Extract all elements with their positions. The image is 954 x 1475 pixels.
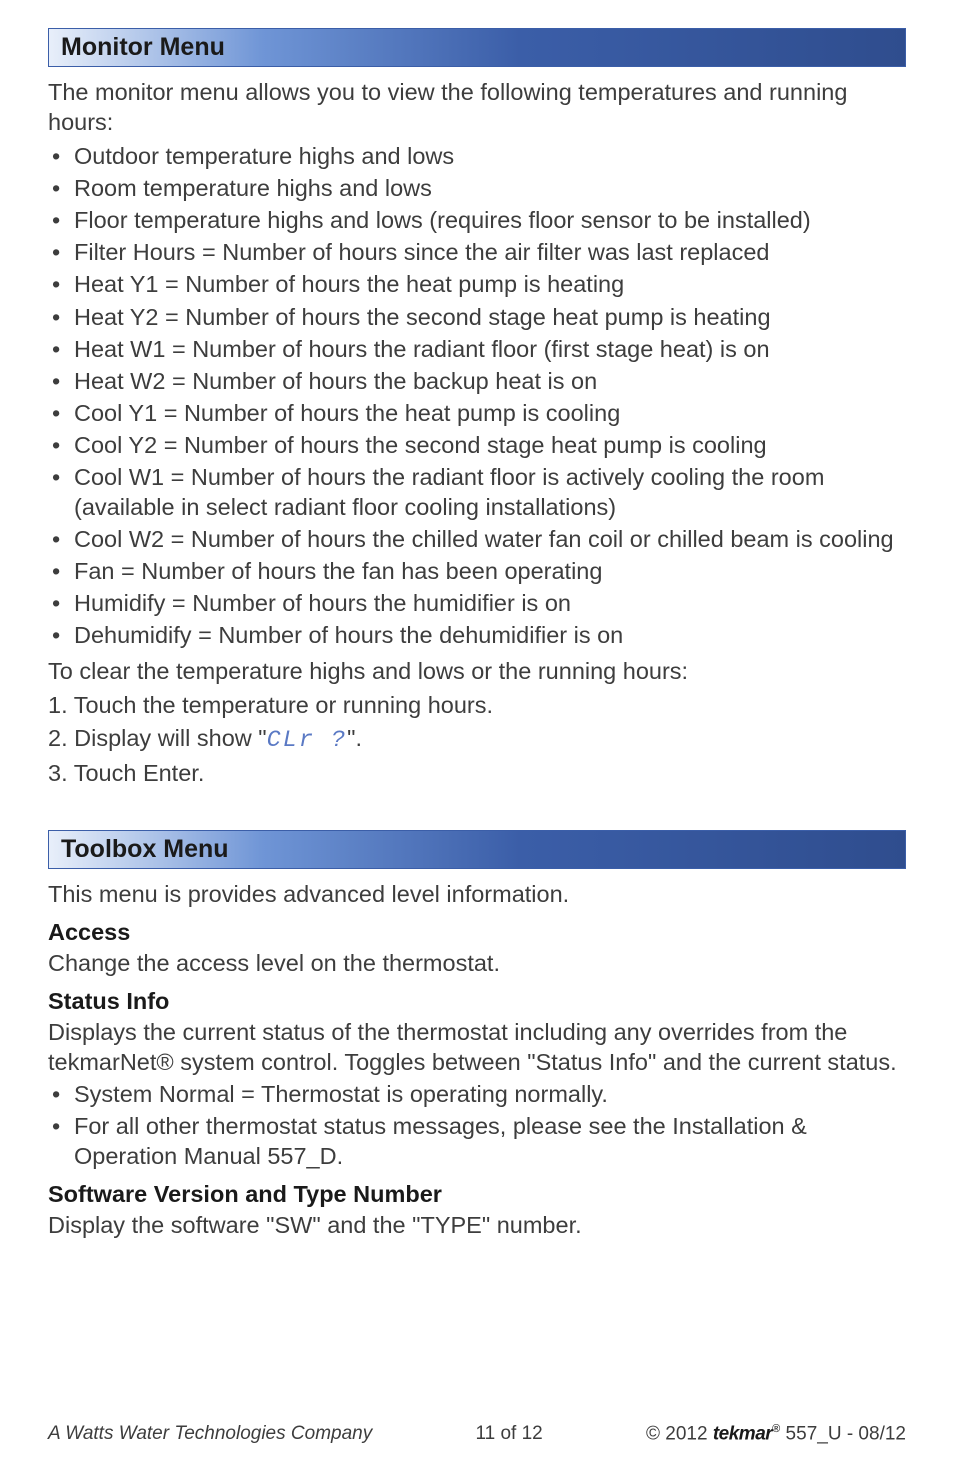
list-item: Humidify = Number of hours the humidifie…	[48, 588, 906, 618]
segment-display-text: CLr ?	[267, 727, 348, 754]
list-item: Cool Y1 = Number of hours the heat pump …	[48, 398, 906, 428]
access-body: Change the access level on the thermosta…	[48, 948, 906, 978]
step-2: 2. Display will show "CLr ?".	[48, 723, 906, 756]
monitor-menu-header: Monitor Menu	[48, 28, 906, 67]
list-item: Filter Hours = Number of hours since the…	[48, 237, 906, 267]
footer-page-number: 11 of 12	[475, 1423, 542, 1445]
page-content: Monitor Menu The monitor menu allows you…	[0, 0, 954, 1240]
status-bullet-list: System Normal = Thermostat is operating …	[48, 1079, 906, 1171]
copyright-suffix: 557_U - 08/12	[780, 1423, 906, 1444]
list-item: Heat Y1 = Number of hours the heat pump …	[48, 269, 906, 299]
software-version-body: Display the software "SW" and the "TYPE"…	[48, 1210, 906, 1240]
list-item: Heat W2 = Number of hours the backup hea…	[48, 366, 906, 396]
list-item: System Normal = Thermostat is operating …	[48, 1079, 906, 1109]
clear-intro: To clear the temperature highs and lows …	[48, 656, 906, 686]
toolbox-menu-header: Toolbox Menu	[48, 830, 906, 869]
list-item: Heat W1 = Number of hours the radiant fl…	[48, 334, 906, 364]
list-item: For all other thermostat status messages…	[48, 1111, 906, 1171]
software-version-heading: Software Version and Type Number	[48, 1181, 906, 1208]
list-item: Heat Y2 = Number of hours the second sta…	[48, 302, 906, 332]
list-item: Fan = Number of hours the fan has been o…	[48, 556, 906, 586]
footer-copyright: © 2012 tekmar® 557_U - 08/12	[646, 1423, 906, 1445]
list-item: Floor temperature highs and lows (requir…	[48, 205, 906, 235]
monitor-menu-title: Monitor Menu	[61, 33, 225, 61]
brand-name: tekmar	[713, 1423, 772, 1444]
access-heading: Access	[48, 919, 906, 946]
list-item: Cool W1 = Number of hours the radiant fl…	[48, 462, 906, 522]
status-info-body: Displays the current status of the therm…	[48, 1017, 906, 1077]
list-item: Cool W2 = Number of hours the chilled wa…	[48, 524, 906, 554]
monitor-bullet-list: Outdoor temperature highs and lows Room …	[48, 141, 906, 650]
list-item: Cool Y2 = Number of hours the second sta…	[48, 430, 906, 460]
toolbox-menu-title: Toolbox Menu	[61, 835, 229, 863]
list-item: Room temperature highs and lows	[48, 173, 906, 203]
monitor-intro: The monitor menu allows you to view the …	[48, 77, 906, 137]
toolbox-intro: This menu is provides advanced level inf…	[48, 879, 906, 909]
step-2-prefix: 2. Display will show "	[48, 725, 267, 751]
step-1: 1. Touch the temperature or running hour…	[48, 690, 906, 720]
step-3: 3. Touch Enter.	[48, 758, 906, 788]
footer-company: A Watts Water Technologies Company	[48, 1423, 372, 1445]
list-item: Dehumidify = Number of hours the dehumid…	[48, 620, 906, 650]
page-footer: A Watts Water Technologies Company 11 of…	[0, 1423, 954, 1445]
list-item: Outdoor temperature highs and lows	[48, 141, 906, 171]
status-info-heading: Status Info	[48, 988, 906, 1015]
copyright-prefix: © 2012	[646, 1423, 713, 1444]
step-2-suffix: ".	[347, 725, 362, 751]
